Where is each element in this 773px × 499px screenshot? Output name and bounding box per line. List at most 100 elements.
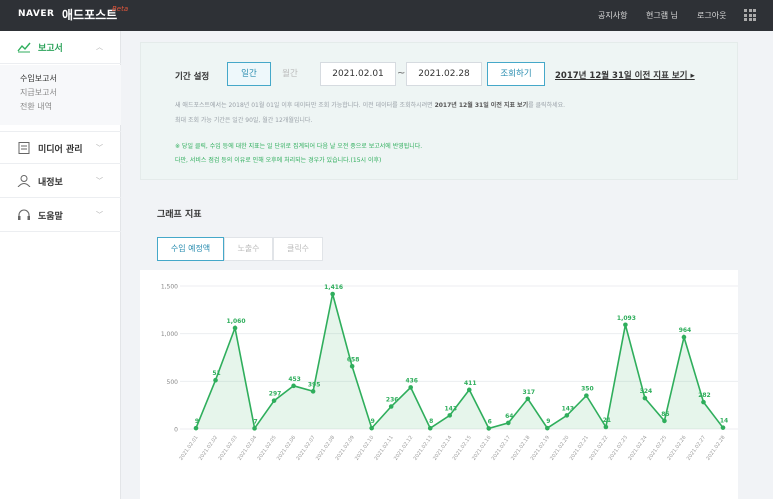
x-tick-label: 2021.02.16: [471, 435, 492, 462]
data-point[interactable]: [505, 420, 511, 426]
naver-logo[interactable]: NAVER: [18, 9, 54, 19]
notice-text-1: 새 애드포스트에서는 2018년 01월 01일 이후 데이터만 조회 가능합니…: [175, 102, 566, 109]
data-label: 6: [488, 418, 492, 425]
sidebar-item-label: 미디어 관리: [38, 145, 83, 155]
data-point[interactable]: [193, 425, 199, 431]
x-tick-label: 2021.02.28: [705, 435, 726, 462]
data-label: 964: [679, 327, 692, 334]
data-point[interactable]: [662, 418, 667, 424]
y-tick-label: 0: [174, 427, 178, 434]
period-label: 기간 설정: [175, 72, 210, 82]
data-point[interactable]: [232, 325, 238, 331]
x-tick-label: 2021.02.19: [530, 435, 551, 462]
data-label: 282: [698, 392, 711, 399]
graph-title: 그래프 지표: [157, 210, 202, 220]
notice-link[interactable]: 공지사항: [598, 10, 627, 21]
data-label: 21: [603, 417, 611, 424]
data-point[interactable]: [603, 424, 609, 430]
sidebar-item-myinfo[interactable]: 내정보 ﹀: [0, 165, 121, 198]
x-tick-label: 2021.02.18: [510, 435, 531, 462]
service-name[interactable]: 애드포스트: [62, 6, 117, 23]
data-label: 85: [661, 411, 669, 418]
data-label: 297: [269, 391, 282, 398]
tab-impressions[interactable]: 노출수: [224, 237, 273, 261]
data-label: 51: [212, 370, 220, 377]
daily-button[interactable]: 일간: [227, 62, 271, 86]
beta-badge: Beta: [112, 5, 129, 13]
data-point[interactable]: [584, 393, 589, 398]
revenue-chart: 1,500 1,000 500 0 9 51 1,060 7 297 453 395 1,416 65…: [161, 284, 738, 462]
data-point[interactable]: [369, 425, 374, 431]
data-label: 395: [308, 381, 321, 388]
x-tick-label: 2021.02.02: [198, 435, 219, 462]
data-point[interactable]: [466, 387, 472, 393]
chart-line-icon: [17, 42, 31, 53]
data-label: 436: [405, 377, 418, 384]
data-label: 317: [523, 389, 536, 396]
data-point[interactable]: [252, 426, 257, 431]
prev-metrics-link[interactable]: 2017년 12월 31일 이전 지표 보기 ▸: [555, 69, 695, 81]
sidebar-item-label: 도움말: [38, 212, 63, 222]
data-label: 9: [371, 418, 375, 425]
search-button[interactable]: 조회하기: [487, 62, 545, 86]
user-name-link[interactable]: 현그램 님: [646, 10, 678, 21]
data-point[interactable]: [291, 383, 296, 389]
submenu-payment-report[interactable]: 지급보고서: [20, 87, 57, 98]
data-label: 64: [505, 413, 513, 420]
monthly-button[interactable]: 월간: [271, 62, 309, 86]
x-tick-label: 2021.02.03: [217, 435, 238, 462]
data-label: 1,093: [617, 315, 636, 322]
data-point[interactable]: [349, 363, 355, 369]
x-tick-label: 2021.02.26: [666, 435, 687, 462]
data-point[interactable]: [486, 426, 492, 431]
chart-area: 1,500 1,000 500 0 9 51 1,060 7 297 453 395 1,416 65…: [140, 270, 738, 499]
start-date-input[interactable]: 2021.02.01: [320, 62, 396, 86]
tab-revenue[interactable]: 수입 예정액: [157, 237, 224, 261]
notice-text-4: 다만, 서비스 점검 등의 이유로 인해 오후에 처리되는 경우가 있습니다.(…: [175, 157, 382, 164]
data-label: 14: [720, 418, 728, 425]
data-point[interactable]: [447, 413, 453, 418]
submenu-conversion[interactable]: 전환 내역: [20, 101, 52, 112]
data-point[interactable]: [642, 395, 648, 401]
x-tick-label: 2021.02.08: [315, 435, 336, 462]
sidebar-item-help[interactable]: 도움말 ﹀: [0, 199, 121, 232]
data-point[interactable]: [701, 399, 706, 405]
data-point[interactable]: [545, 425, 550, 431]
data-point[interactable]: [310, 389, 316, 394]
data-label: 8: [429, 418, 433, 425]
x-tick-label: 2021.02.04: [237, 435, 258, 462]
data-point[interactable]: [388, 404, 394, 409]
sidebar: 보고서 ︿ 수입보고서 지급보고서 전환 내역 미디어 관리 ﹀ 내정보 ﹀ 도…: [0, 31, 121, 499]
data-point[interactable]: [623, 322, 628, 328]
data-point[interactable]: [408, 385, 414, 390]
x-tick-label: 2021.02.14: [432, 435, 453, 462]
end-date-input[interactable]: 2021.02.28: [406, 62, 482, 86]
top-bar: NAVER 애드포스트 Beta 공지사항 현그램 님 로그아웃: [0, 0, 773, 31]
x-tick-label: 2021.02.13: [413, 435, 434, 462]
submenu-income-report[interactable]: 수입보고서: [20, 73, 57, 84]
x-tick-label: 2021.02.07: [295, 435, 316, 462]
data-label: 1,416: [324, 284, 343, 291]
apps-grid-icon[interactable]: [744, 9, 756, 21]
sidebar-item-media[interactable]: 미디어 관리 ﹀: [0, 131, 121, 164]
sidebar-item-label: 보고서: [38, 44, 63, 54]
data-point[interactable]: [330, 291, 335, 297]
data-label: 453: [288, 376, 301, 383]
data-point[interactable]: [720, 425, 726, 430]
tab-clicks[interactable]: 클릭수: [273, 237, 323, 261]
x-tick-label: 2021.02.25: [647, 435, 668, 462]
data-point[interactable]: [271, 398, 277, 403]
x-tick-label: 2021.02.17: [491, 435, 512, 462]
data-point[interactable]: [525, 396, 531, 402]
data-point[interactable]: [681, 334, 687, 340]
user-icon: [17, 175, 31, 187]
series-area: [196, 294, 723, 429]
sidebar-item-report[interactable]: 보고서 ︿: [0, 31, 121, 64]
x-tick-label: 2021.02.05: [256, 435, 277, 462]
data-point[interactable]: [427, 425, 433, 431]
data-label: 350: [581, 386, 594, 393]
data-point[interactable]: [564, 413, 570, 418]
data-point[interactable]: [213, 377, 218, 383]
logout-link[interactable]: 로그아웃: [697, 10, 726, 21]
data-label: 7: [253, 418, 257, 425]
